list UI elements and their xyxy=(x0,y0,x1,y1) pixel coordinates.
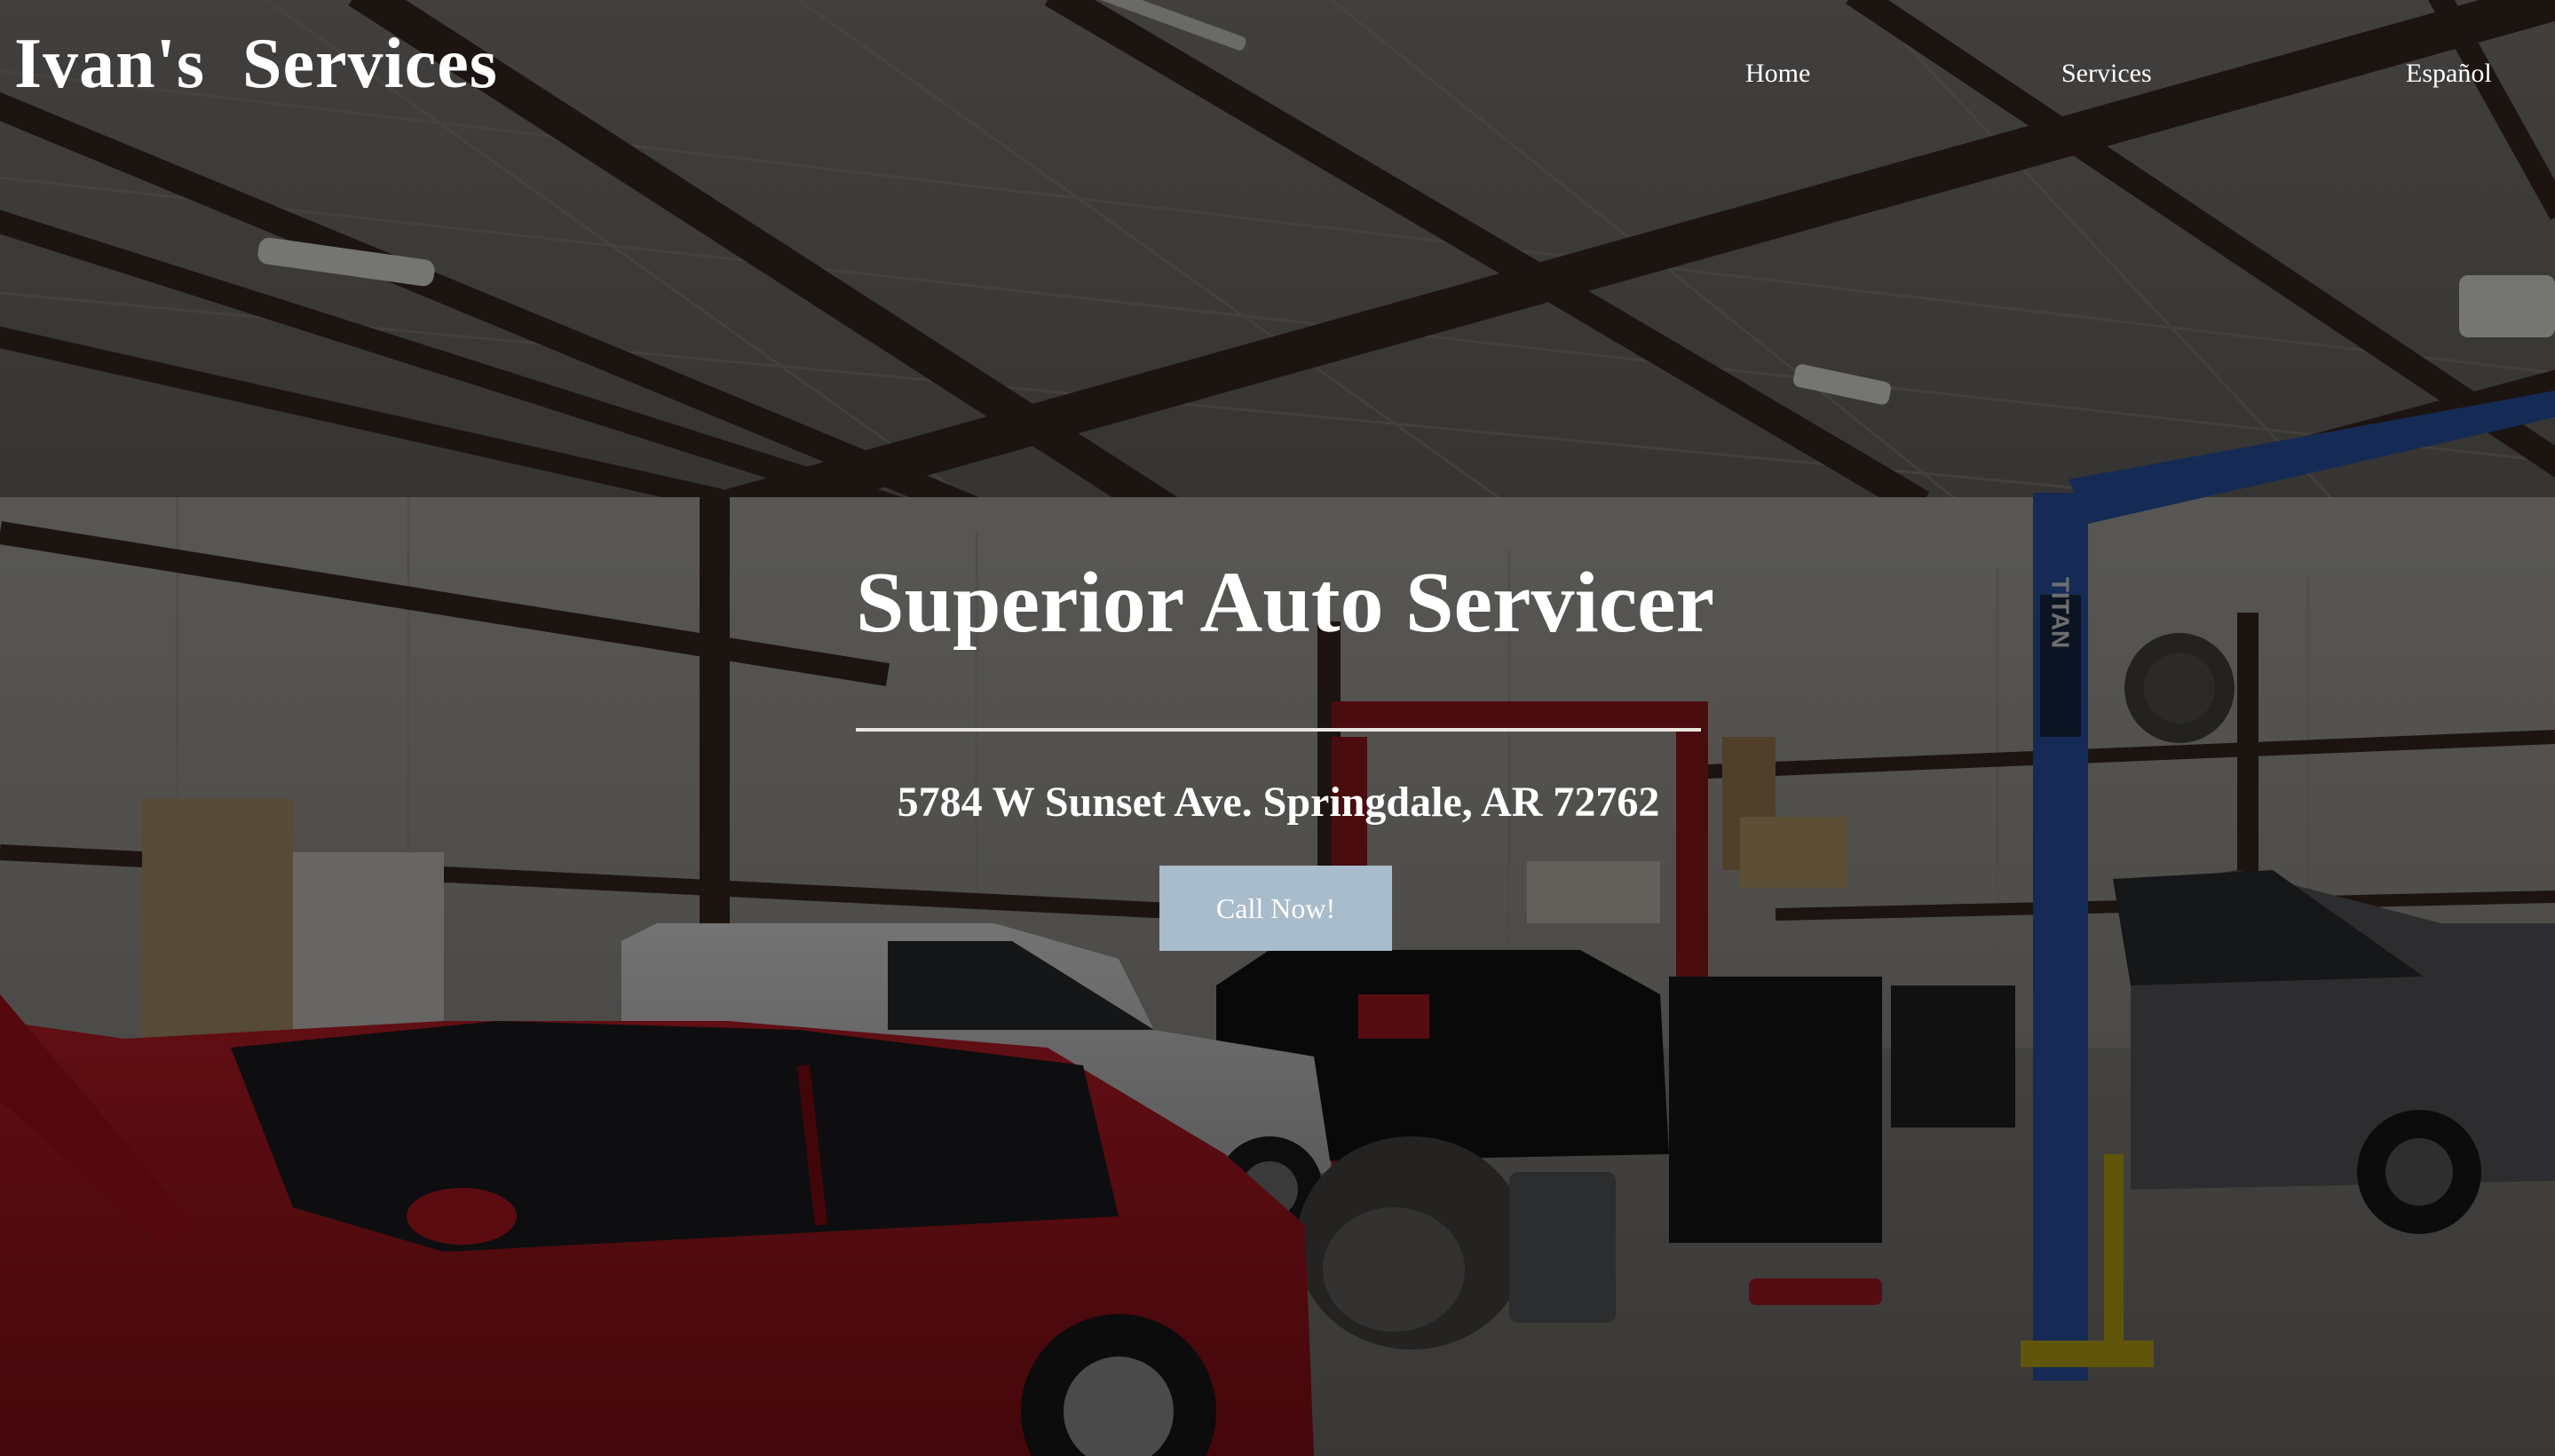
hero-address: 5784 W Sunset Ave. Springdale, AR 72762 xyxy=(897,779,1660,826)
hero-divider xyxy=(856,728,1701,732)
nav-link-espanol[interactable]: Español xyxy=(2406,59,2492,89)
main-nav: Home Services Español xyxy=(0,59,2555,98)
landing-page: TITAN Ivan's Services Home Services Espa… xyxy=(0,0,2555,1456)
nav-link-services[interactable]: Services xyxy=(2061,59,2152,89)
nav-link-home[interactable]: Home xyxy=(1745,59,1810,89)
call-now-button[interactable]: Call Now! xyxy=(1159,866,1392,951)
hero-title: Superior Auto Servicer xyxy=(856,555,1715,651)
